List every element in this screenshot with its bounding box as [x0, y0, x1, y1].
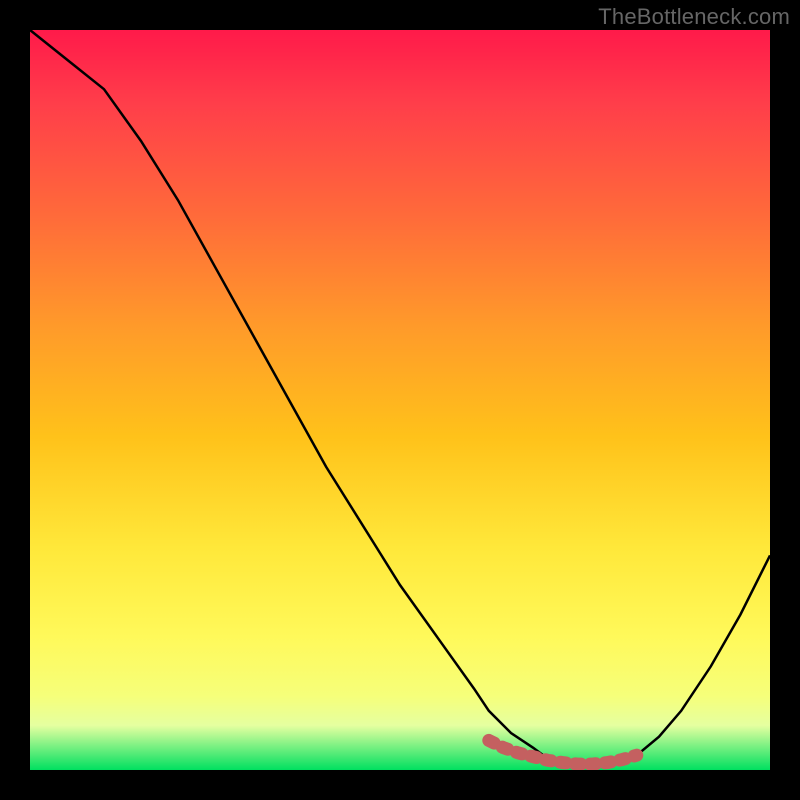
optimal-range-marker-path: [489, 740, 637, 764]
watermark: TheBottleneck.com: [598, 4, 790, 30]
bottleneck-curve-path: [30, 30, 770, 767]
plot-area: [30, 30, 770, 770]
chart-stage: TheBottleneck.com: [0, 0, 800, 800]
curve-layer: [30, 30, 770, 770]
